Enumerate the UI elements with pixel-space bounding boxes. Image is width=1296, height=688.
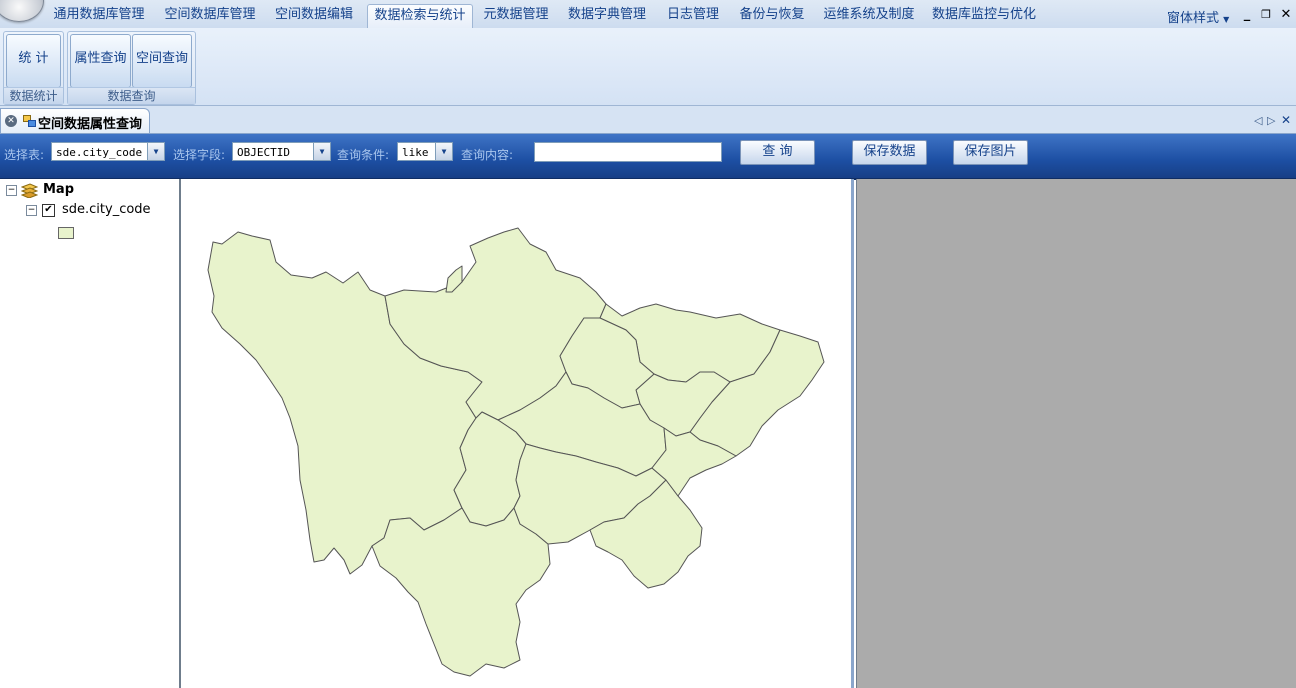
application-orb-button[interactable] bbox=[0, 0, 44, 22]
field-select-label: 选择字段: bbox=[173, 148, 226, 162]
tab-data-search-stats[interactable]: 数据检索与统计 bbox=[367, 4, 473, 29]
table-select-value: sde.city_code bbox=[56, 146, 143, 159]
layers-icon bbox=[21, 183, 38, 198]
condition-select-label: 查询条件: bbox=[337, 148, 390, 162]
tab-log[interactable]: 日志管理 bbox=[660, 4, 726, 26]
close-icon[interactable]: ✕ bbox=[1279, 8, 1293, 22]
restore-icon[interactable]: ❐ bbox=[1259, 8, 1273, 22]
table-select-label: 选择表: bbox=[4, 148, 45, 162]
layer-toc: − Map − ✔ sde.city_code bbox=[0, 179, 181, 688]
document-icon bbox=[23, 115, 36, 127]
layer-visibility-checkbox[interactable]: ✔ bbox=[42, 204, 55, 217]
attribute-result-panel bbox=[856, 179, 1296, 688]
tab-spatial-database[interactable]: 空间数据库管理 bbox=[158, 4, 262, 26]
condition-select[interactable]: like ▼ bbox=[397, 142, 453, 161]
ribbon-panel: 统 计 数据统计 属性查询 空间查询 数据查询 bbox=[0, 28, 1296, 106]
window-style-menu[interactable]: 窗体样式 ▼ bbox=[1167, 7, 1229, 26]
chevron-down-icon[interactable]: ▼ bbox=[435, 143, 452, 160]
close-tab-icon[interactable]: ✕ bbox=[5, 115, 17, 127]
tab-general-database[interactable]: 通用数据库管理 bbox=[46, 4, 152, 26]
chevron-down-icon[interactable]: ▼ bbox=[313, 143, 330, 160]
tab-db-monitor[interactable]: 数据库监控与优化 bbox=[928, 4, 1040, 26]
scroll-left-icon[interactable]: ◁ bbox=[1254, 114, 1262, 127]
toc-layer-label[interactable]: sde.city_code bbox=[62, 202, 151, 217]
tab-ops-system[interactable]: 运维系统及制度 bbox=[818, 4, 920, 26]
tab-backup-restore[interactable]: 备份与恢复 bbox=[733, 4, 811, 26]
query-content-label: 查询内容: bbox=[461, 148, 514, 162]
chevron-down-icon: ▼ bbox=[1223, 15, 1230, 24]
tab-attribute-query-doc[interactable]: ✕ 空间数据属性查询 bbox=[0, 108, 150, 133]
query-content-input[interactable] bbox=[534, 142, 722, 162]
save-data-button[interactable]: 保存数据 bbox=[852, 140, 927, 165]
minimize-icon[interactable]: _ bbox=[1240, 8, 1254, 22]
map-view[interactable] bbox=[181, 179, 854, 688]
statistics-button[interactable]: 统 计 bbox=[6, 34, 61, 88]
field-select-value: OBJECTID bbox=[237, 146, 290, 159]
query-button[interactable]: 查 询 bbox=[740, 140, 815, 165]
toc-map-label[interactable]: Map bbox=[43, 182, 74, 197]
condition-select-value: like bbox=[402, 146, 429, 159]
province-map bbox=[207, 227, 825, 677]
query-toolbar: 选择表: sde.city_code ▼ 选择字段: OBJECTID ▼ 查询… bbox=[0, 134, 1296, 180]
window-style-label: 窗体样式 bbox=[1167, 11, 1220, 26]
collapse-layer-icon[interactable]: − bbox=[26, 205, 37, 216]
tab-metadata[interactable]: 元数据管理 bbox=[477, 4, 555, 26]
table-select[interactable]: sde.city_code ▼ bbox=[51, 142, 165, 161]
chevron-down-icon[interactable]: ▼ bbox=[147, 143, 164, 160]
save-image-button[interactable]: 保存图片 bbox=[953, 140, 1028, 165]
layer-legend-swatch bbox=[58, 227, 74, 239]
main-menu-bar: 通用数据库管理 空间数据库管理 空间数据编辑 数据检索与统计 元数据管理 数据字… bbox=[0, 0, 1296, 29]
query-group-label: 数据查询 bbox=[68, 87, 195, 104]
field-select[interactable]: OBJECTID ▼ bbox=[232, 142, 331, 161]
query-group: 属性查询 空间查询 数据查询 bbox=[67, 31, 196, 105]
document-tab-title: 空间数据属性查询 bbox=[38, 117, 143, 132]
scroll-right-icon[interactable]: ▷ bbox=[1267, 114, 1275, 127]
document-tab-strip: ✕ 空间数据属性查询 bbox=[0, 106, 1296, 134]
close-doc-icon[interactable]: ✕ bbox=[1281, 113, 1291, 127]
collapse-map-icon[interactable]: − bbox=[6, 185, 17, 196]
map-region-south bbox=[371, 507, 551, 677]
tab-spatial-edit[interactable]: 空间数据编辑 bbox=[268, 4, 360, 26]
spatial-query-button[interactable]: 空间查询 bbox=[132, 34, 192, 88]
stat-group: 统 计 数据统计 bbox=[3, 31, 64, 105]
attribute-query-button[interactable]: 属性查询 bbox=[70, 34, 131, 88]
tab-data-dictionary[interactable]: 数据字典管理 bbox=[562, 4, 652, 26]
stat-group-label: 数据统计 bbox=[4, 87, 63, 104]
